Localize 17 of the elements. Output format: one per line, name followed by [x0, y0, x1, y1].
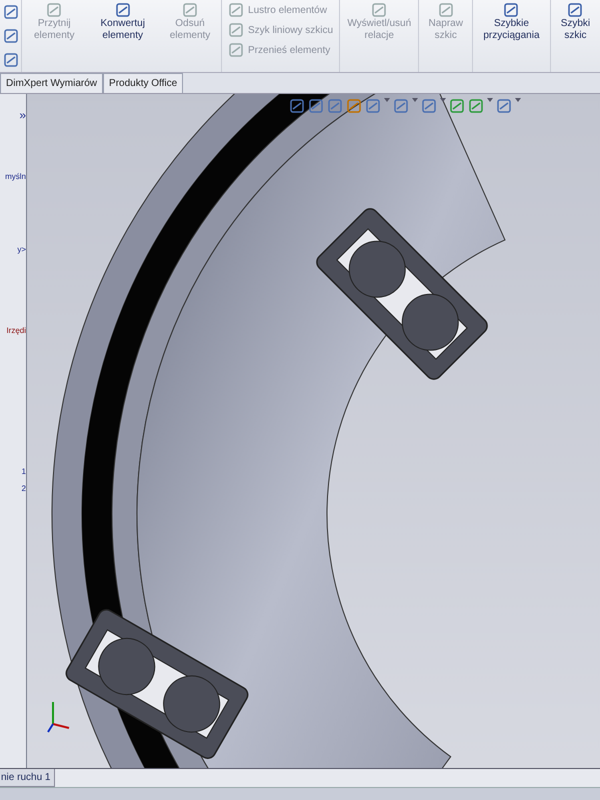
- motion-study-tab[interactable]: nie ruchu 1: [0, 769, 56, 787]
- ribbon-button[interactable]: Szybkie przyciągania: [477, 0, 546, 44]
- tree-item[interactable]: y>: [17, 244, 26, 255]
- caret-icon: [440, 98, 446, 102]
- ribbon-button[interactable]: Szybki szkic: [554, 0, 596, 44]
- tree-item[interactable]: myśln: [5, 171, 26, 182]
- caret-icon: [487, 98, 493, 102]
- caret-icon: [515, 98, 521, 102]
- tree-item[interactable]: 2: [22, 483, 26, 494]
- tree-item[interactable]: 1: [22, 466, 26, 477]
- ribbon-button[interactable]: Konwertuj elementy: [90, 0, 155, 44]
- ribbon-tab[interactable]: DimXpert Wymiarów: [0, 73, 104, 93]
- caret-icon: [384, 98, 390, 102]
- tree-item[interactable]: Irzędi: [6, 325, 26, 336]
- ribbon-tab[interactable]: Produkty Office: [103, 73, 184, 93]
- expand-button[interactable]: »: [19, 110, 26, 121]
- caret-icon: [412, 98, 418, 102]
